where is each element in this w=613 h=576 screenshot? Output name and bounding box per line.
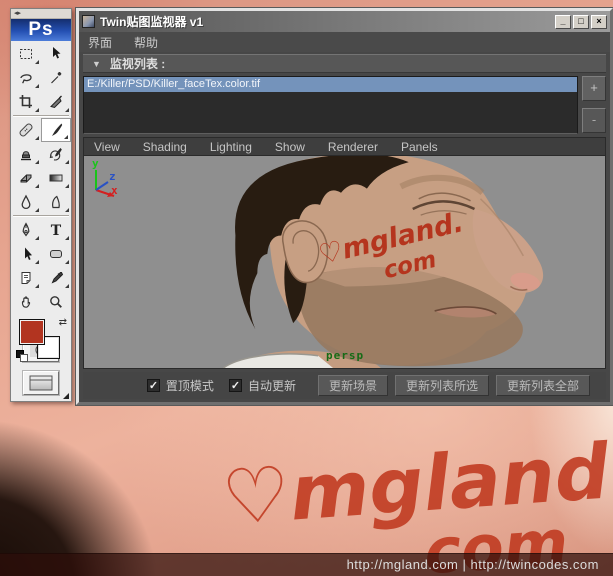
vp-menu-panels[interactable]: Panels — [401, 140, 438, 154]
window-menubar: 界面 帮助 — [79, 32, 610, 52]
vp-menu-shading[interactable]: Shading — [143, 140, 187, 154]
palette-resize-grip[interactable] — [63, 393, 69, 399]
eraser-tool[interactable] — [11, 166, 41, 190]
monitor-list-header[interactable]: ▼ 监视列表 : — [83, 54, 606, 73]
tool-grid: T — [11, 41, 71, 314]
status-bar: http://mgland.com | http://twincodes.com — [0, 553, 613, 576]
update-scene-button[interactable]: 更新场景 — [318, 375, 388, 396]
autoupdate-checkbox-label[interactable]: 自动更新 — [248, 377, 296, 394]
photoshop-logo: Ps — [11, 19, 71, 41]
vp-menu-view[interactable]: View — [94, 140, 120, 154]
svg-text:y: y — [92, 157, 99, 170]
type-tool[interactable]: T — [41, 218, 71, 242]
svg-text:T: T — [51, 223, 62, 238]
zoom-tool[interactable] — [41, 290, 71, 314]
list-item-selected[interactable]: E:/Killer/PSD/Killer_faceTex.color.tif — [84, 77, 577, 92]
remove-item-button[interactable]: - — [582, 108, 606, 133]
topmost-checkbox-label[interactable]: 置顶模式 — [166, 377, 214, 394]
menu-help[interactable]: 帮助 — [134, 34, 158, 51]
close-button[interactable]: × — [591, 15, 607, 29]
eyedropper-tool[interactable] — [41, 266, 71, 290]
window-icon — [82, 15, 95, 28]
vp-menu-show[interactable]: Show — [275, 140, 305, 154]
svg-text:x: x — [111, 184, 118, 197]
clone-stamp-tool[interactable] — [11, 142, 41, 166]
maximize-button[interactable]: □ — [573, 15, 589, 29]
monitor-list-title: 监视列表 : — [110, 55, 165, 72]
healing-brush-tool[interactable] — [11, 118, 41, 142]
update-list-selected-button[interactable]: 更新列表所选 — [395, 375, 489, 396]
viewport-menubar: View Shading Lighting Show Renderer Pane… — [83, 137, 606, 156]
vp-menu-lighting[interactable]: Lighting — [210, 140, 252, 154]
smudge-tool[interactable] — [41, 190, 71, 214]
hand-tool[interactable] — [11, 290, 41, 314]
minimize-button[interactable]: _ — [555, 15, 571, 29]
vp-menu-renderer[interactable]: Renderer — [328, 140, 378, 154]
window-title: Twin贴图监视器 v1 — [100, 13, 555, 30]
color-swatches: ⇄ — [11, 316, 71, 330]
slice-tool[interactable] — [41, 90, 71, 114]
twin-monitor-window: Twin贴图监视器 v1 _ □ × 界面 帮助 ▼ 监视列表 : E:/Kil… — [76, 8, 613, 405]
gradient-tool[interactable] — [41, 166, 71, 190]
collapse-arrow-icon[interactable]: ▼ — [92, 59, 101, 69]
camera-name-label: persp — [326, 349, 364, 362]
pen-tool[interactable] — [11, 218, 41, 242]
shape-tool[interactable] — [41, 242, 71, 266]
history-brush-tool[interactable] — [41, 142, 71, 166]
character-head-render: ♡mgland. com — [84, 156, 605, 368]
brush-tool[interactable] — [41, 118, 71, 142]
add-item-button[interactable]: + — [582, 76, 606, 101]
axis-gizmo-icon: y x z — [84, 156, 130, 200]
lasso-tool[interactable] — [11, 66, 41, 90]
foreground-color-swatch[interactable] — [19, 319, 45, 345]
tool-group-divider — [13, 115, 69, 117]
path-selection-tool[interactable] — [11, 242, 41, 266]
rectangular-marquee-tool[interactable] — [11, 42, 41, 66]
window-footer: ✓ 置顶模式 ✓ 自动更新 更新场景 更新列表所选 更新列表全部 — [83, 372, 606, 399]
tool-group-divider — [13, 215, 69, 217]
default-colors-icon[interactable] — [16, 350, 28, 362]
svg-text:z: z — [109, 170, 116, 183]
blur-tool[interactable] — [11, 190, 41, 214]
update-list-all-button[interactable]: 更新列表全部 — [496, 375, 590, 396]
skin-writing-line1: ♡mgland. — [219, 424, 613, 542]
menu-interface[interactable]: 界面 — [88, 34, 112, 51]
window-titlebar[interactable]: Twin贴图监视器 v1 _ □ × — [79, 11, 610, 32]
topmost-checkbox[interactable]: ✓ — [147, 379, 160, 392]
screen-mode-button[interactable] — [23, 371, 59, 395]
magic-wand-tool[interactable] — [41, 66, 71, 90]
photoshop-toolbar: ◂▸ Ps — [10, 8, 72, 402]
list-buttons: + - — [582, 76, 606, 134]
move-tool[interactable] — [41, 42, 71, 66]
monitor-list[interactable]: E:/Killer/PSD/Killer_faceTex.color.tif — [83, 76, 578, 134]
notes-tool[interactable] — [11, 266, 41, 290]
3d-viewport[interactable]: ♡mgland. com y x z persp — [83, 156, 606, 369]
palette-grip-icon[interactable]: ◂▸ — [11, 9, 71, 19]
autoupdate-checkbox[interactable]: ✓ — [229, 379, 242, 392]
crop-tool[interactable] — [11, 90, 41, 114]
swap-colors-icon[interactable]: ⇄ — [59, 317, 67, 328]
